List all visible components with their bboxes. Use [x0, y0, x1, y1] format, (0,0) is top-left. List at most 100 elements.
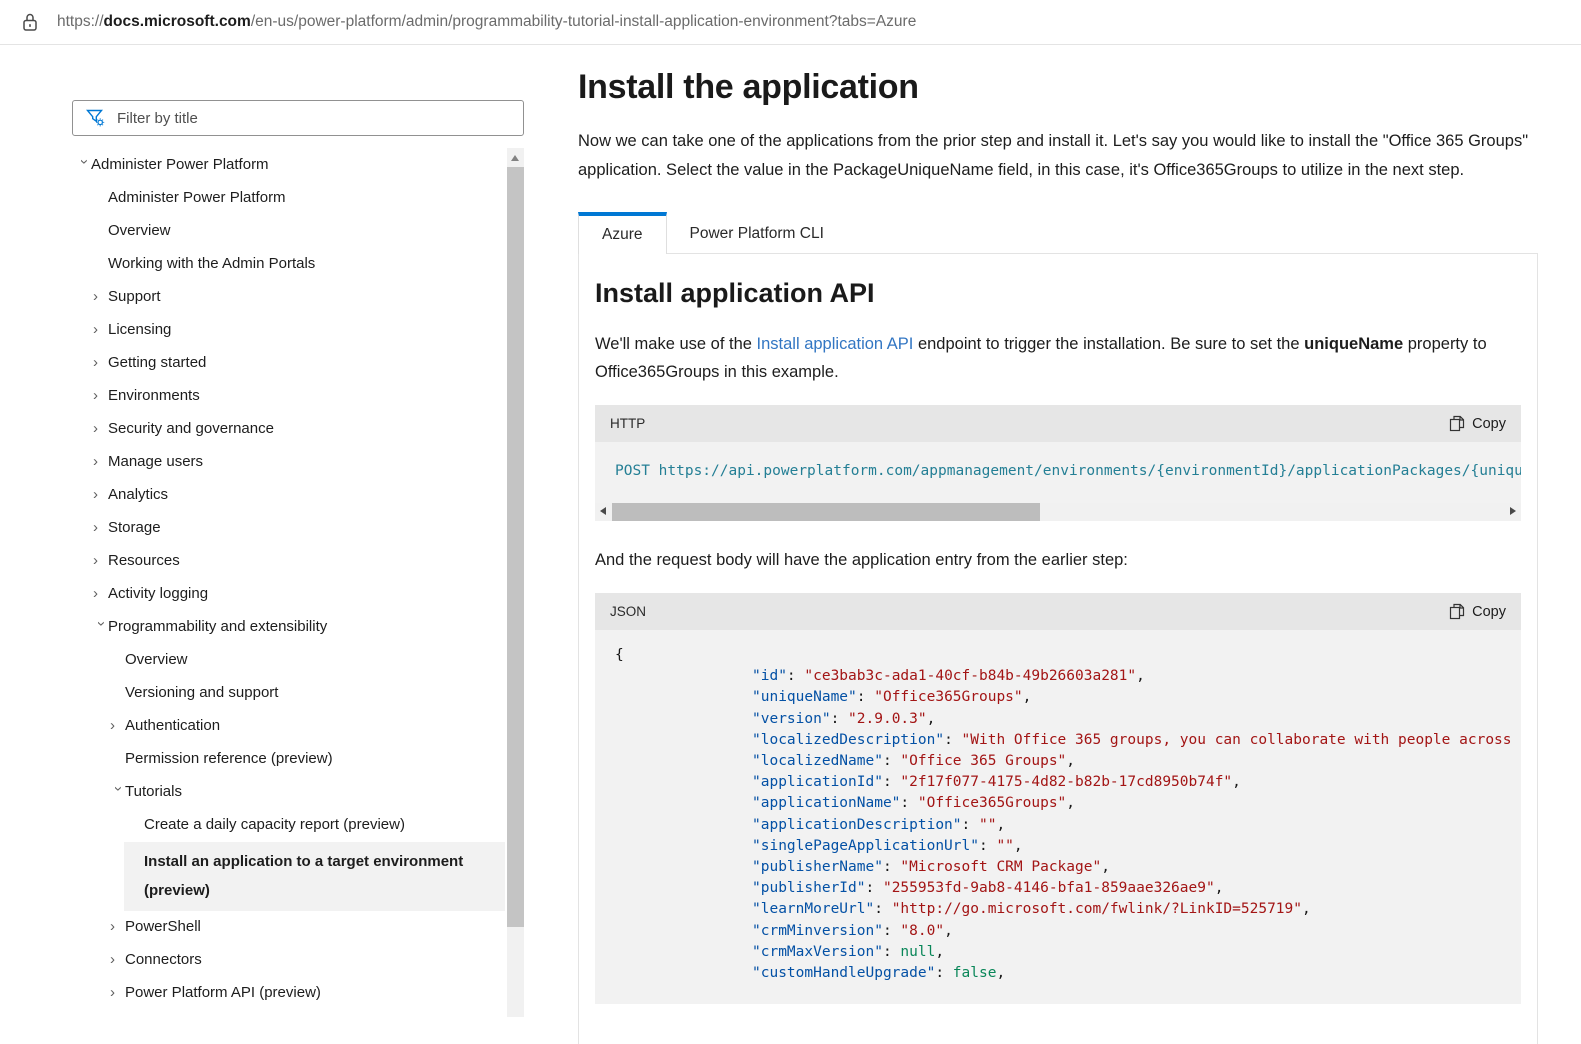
toc-item-label: Programmability and extensibility	[108, 617, 327, 637]
filter-icon	[86, 109, 105, 127]
chevron-right-icon[interactable]: ›	[93, 584, 108, 604]
chevron-right-icon[interactable]: ›	[110, 917, 125, 937]
code-line: "applicationId": "2f17f077-4175-4d82-b82…	[615, 772, 1501, 793]
chevron-right-icon[interactable]: ›	[93, 518, 108, 538]
toc-item[interactable]: ›Administer Power Platform	[72, 149, 505, 182]
tab-azure[interactable]: Azure	[578, 212, 667, 254]
http-code-block: HTTP Copy POST https://api.powerplatform…	[595, 405, 1521, 521]
toc-item[interactable]: ›Administer Power Platform	[72, 182, 505, 215]
chevron-right-icon[interactable]: ›	[93, 386, 108, 406]
toc-item[interactable]: ›Working with the Admin Portals	[72, 248, 505, 281]
toc-item[interactable]: ›Resources	[72, 545, 505, 578]
toc-item[interactable]: ›Activity logging	[72, 578, 505, 611]
url-scheme: https://	[57, 13, 104, 30]
toc-item[interactable]: ›Authentication	[72, 710, 505, 743]
browser-address-bar: https://docs.microsoft.com/en-us/power-p…	[0, 0, 1581, 45]
scroll-up-arrow-icon[interactable]	[511, 155, 519, 161]
code-line: "uniqueName": "Office365Groups",	[615, 687, 1501, 708]
toc-item-label: Connectors	[125, 950, 202, 970]
toc-item-label: Environments	[108, 386, 200, 406]
toc-item[interactable]: ›Programmability and extensibility	[72, 611, 505, 644]
copy-icon	[1449, 415, 1465, 432]
toc-item[interactable]: ›Permission reference (preview)	[72, 743, 505, 776]
toc-item-label: PowerShell	[125, 917, 201, 937]
toc-item[interactable]: Create a daily capacity report (preview)	[72, 809, 505, 842]
unique-name-emphasis: uniqueName	[1304, 335, 1403, 353]
toc-item[interactable]: ›Analytics	[72, 479, 505, 512]
filter-box	[72, 100, 524, 136]
toc-item[interactable]: ›Storage	[72, 512, 505, 545]
code-language-label: HTTP	[610, 416, 645, 431]
code-line: "publisherName": "Microsoft CRM Package"…	[615, 857, 1501, 878]
install-application-api-link[interactable]: Install application API	[757, 335, 914, 353]
toc-item-label: Create a daily capacity report (preview)	[144, 815, 405, 835]
chevron-right-icon[interactable]: ›	[110, 716, 125, 736]
para-text: endpoint to trigger the installation. Be…	[913, 335, 1304, 353]
code-line: "singlePageApplicationUrl": "",	[615, 836, 1501, 857]
section-heading: Install application API	[595, 278, 1521, 309]
toc-item[interactable]: ›Connectors	[72, 944, 505, 977]
toc-item[interactable]: ›Security and governance	[72, 413, 505, 446]
toc-sidebar: ›Administer Power Platform›Administer Po…	[72, 100, 524, 1010]
page-title: Install the application	[578, 68, 1538, 107]
code-line: "applicationDescription": "",	[615, 815, 1501, 836]
toc-item-label: Getting started	[108, 353, 206, 373]
code-language-label: JSON	[610, 604, 646, 619]
toc-item-label: Permission reference (preview)	[125, 749, 333, 769]
copy-button-label: Copy	[1472, 604, 1506, 620]
code-line: "learnMoreUrl": "http://go.microsoft.com…	[615, 899, 1501, 920]
toc-item[interactable]: ›Getting started	[72, 347, 505, 380]
toc-item[interactable]: ›Overview	[72, 644, 505, 677]
toc-tree: ›Administer Power Platform›Administer Po…	[72, 149, 505, 1010]
toc-item[interactable]: ›Tutorials	[72, 776, 505, 809]
copy-button[interactable]: Copy	[1449, 603, 1506, 620]
toc-item[interactable]: ›PowerShell	[72, 911, 505, 944]
code-line: "crmMaxVersion": null,	[615, 942, 1501, 963]
chevron-right-icon[interactable]: ›	[93, 419, 108, 439]
tab-power-platform-cli[interactable]: Power Platform CLI	[667, 216, 847, 253]
sidebar-scrollbar[interactable]	[507, 148, 524, 1017]
scroll-left-arrow-icon[interactable]	[600, 507, 606, 515]
chevron-right-icon[interactable]: ›	[110, 983, 125, 1003]
filter-input[interactable]	[117, 110, 523, 127]
code-line: "version": "2.9.0.3",	[615, 709, 1501, 730]
chevron-right-icon[interactable]: ›	[93, 320, 108, 340]
toc-item-label: Administer Power Platform	[91, 155, 269, 175]
chevron-right-icon[interactable]: ›	[93, 452, 108, 472]
chevron-right-icon[interactable]: ›	[93, 353, 108, 373]
chevron-right-icon[interactable]: ›	[93, 287, 108, 307]
chevron-down-icon[interactable]: ›	[74, 159, 94, 174]
toc-item[interactable]: ›Support	[72, 281, 505, 314]
toc-item-label: Licensing	[108, 320, 171, 340]
code-header: HTTP Copy	[595, 405, 1521, 442]
horizontal-scrollbar-thumb[interactable]	[612, 503, 1040, 521]
chevron-right-icon[interactable]: ›	[110, 950, 125, 970]
json-code[interactable]: {"id": "ce3bab3c-ada1-40cf-b84b-49b26603…	[595, 630, 1521, 1004]
chevron-right-icon[interactable]: ›	[93, 485, 108, 505]
chevron-down-icon[interactable]: ›	[108, 786, 128, 801]
code-line: "customHandleUpgrade": false,	[615, 963, 1501, 984]
chevron-down-icon[interactable]: ›	[91, 621, 111, 636]
toc-item-label: Working with the Admin Portals	[108, 254, 315, 274]
sidebar-scrollbar-thumb[interactable]	[507, 167, 524, 927]
toc-item-label: Manage users	[108, 452, 203, 472]
code-line: "crmMinversion": "8.0",	[615, 921, 1501, 942]
code-horizontal-scrollbar[interactable]	[595, 503, 1521, 521]
toc-item[interactable]: ›Manage users	[72, 446, 505, 479]
copy-button[interactable]: Copy	[1449, 415, 1506, 432]
toc-item-label: Tutorials	[125, 782, 182, 802]
toc-item[interactable]: ›Overview	[72, 215, 505, 248]
json-code-block: JSON Copy {"id": "ce3bab3c-ada1-40cf-b84…	[595, 593, 1521, 1004]
toc-item[interactable]: ›Licensing	[72, 314, 505, 347]
copy-icon	[1449, 603, 1465, 620]
toc-item[interactable]: Install an application to a target envir…	[124, 842, 505, 911]
toc-item[interactable]: ›Versioning and support	[72, 677, 505, 710]
scroll-right-arrow-icon[interactable]	[1510, 507, 1516, 515]
tab-panel: Install application API We'll make use o…	[578, 253, 1538, 1044]
api-paragraph: We'll make use of the Install applicatio…	[595, 330, 1521, 386]
http-code[interactable]: POST https://api.powerplatform.com/appma…	[595, 442, 1521, 503]
chevron-right-icon[interactable]: ›	[93, 551, 108, 571]
url-text[interactable]: https://docs.microsoft.com/en-us/power-p…	[57, 13, 916, 31]
toc-item[interactable]: ›Environments	[72, 380, 505, 413]
toc-item[interactable]: ›Power Platform API (preview)	[72, 977, 505, 1010]
